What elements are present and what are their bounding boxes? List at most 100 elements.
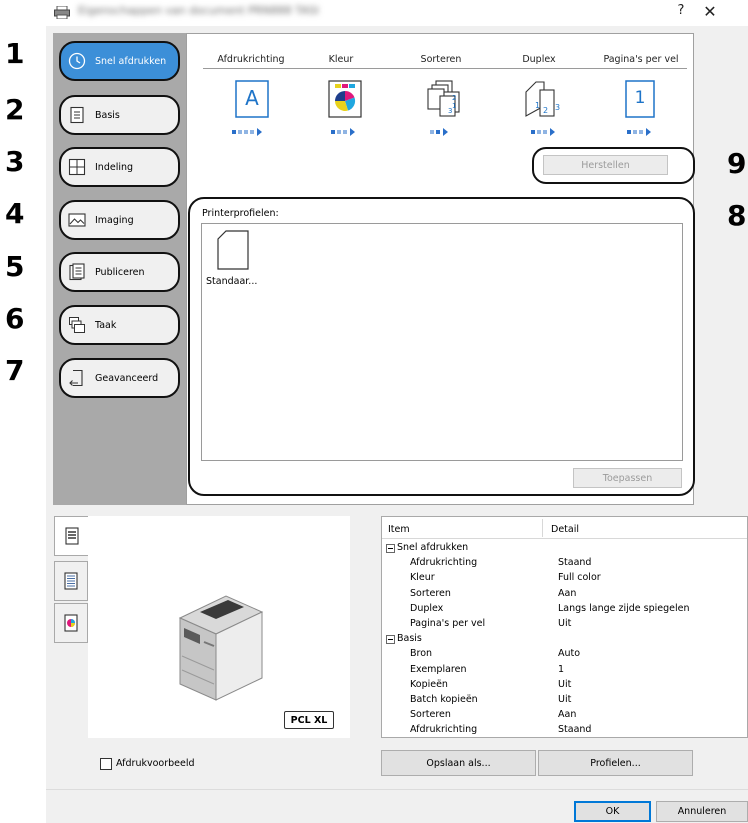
nav-item-label: Snel afdrukken [95, 55, 167, 67]
collate-icon[interactable]: 1 2 3 [422, 80, 462, 120]
tab-page[interactable] [54, 561, 88, 601]
nav-item-taak[interactable]: Taak [59, 305, 180, 345]
profiles-highlight [188, 197, 695, 496]
nav-item-publiceren[interactable]: Publiceren [59, 252, 180, 292]
print-preview-checkbox[interactable] [100, 758, 112, 770]
pages-per-sheet-option-indicator[interactable] [627, 128, 651, 136]
settings-summary-table: Item Detail Snel afdrukken Afdrukrichting… [381, 516, 748, 738]
footer-separator [46, 789, 748, 790]
nav-item-label: Indeling [95, 161, 134, 173]
callout-4: 4 [5, 197, 25, 230]
cell-detail: Uit [558, 694, 572, 705]
pages-per-sheet-icon[interactable]: 1 [625, 80, 655, 118]
tab-color[interactable] [54, 603, 88, 643]
clock-icon [68, 52, 86, 70]
column-paginas-per-vel: Pagina's per vel [603, 54, 679, 65]
table-row[interactable]: Kopieën Uit [382, 678, 747, 693]
pages-per-sheet-value: 1 [634, 88, 646, 108]
header-item: Item [388, 524, 410, 535]
nav-item-indeling[interactable]: Indeling [59, 147, 180, 187]
nav-item-label: Taak [95, 319, 117, 331]
nav-item-label: Publiceren [95, 266, 145, 278]
table-row[interactable]: Bron Auto [382, 647, 747, 662]
table-header: Item Detail [382, 517, 747, 539]
cell-detail: Langs lange zijde spiegelen [558, 602, 690, 614]
cell-item: Afdrukrichting [410, 557, 478, 569]
close-button[interactable]: ✕ [701, 2, 719, 22]
profiles-button[interactable]: Profielen... [538, 750, 693, 776]
collate-option-indicator[interactable] [430, 128, 448, 136]
cell-item: Exemplaren [410, 663, 467, 675]
advanced-arrow-icon [69, 369, 83, 387]
nav-panel: Snel afdrukken Basis Indeling Imaging Pu… [53, 33, 186, 505]
printer-image [178, 595, 264, 701]
table-group-row[interactable]: Snel afdrukken [382, 541, 747, 556]
nav-item-imaging[interactable]: Imaging [59, 200, 180, 240]
save-as-button[interactable]: Opslaan als... [381, 750, 536, 776]
table-row[interactable]: Afdrukrichting Staand [382, 723, 747, 737]
table-group-row[interactable]: Basis [382, 632, 747, 647]
cell-item: Basis [397, 633, 422, 645]
duplex-option-indicator[interactable] [531, 128, 555, 136]
booklet-icon [69, 263, 85, 281]
ok-button[interactable]: OK [574, 801, 651, 822]
cell-item: Afdrukrichting [410, 724, 478, 736]
nav-item-label: Basis [95, 109, 120, 121]
table-row[interactable]: Afdrukrichting Staand [382, 556, 747, 571]
svg-text:3: 3 [555, 103, 560, 112]
table-row[interactable]: Duplex Langs lange zijde spiegelen [382, 602, 747, 617]
cell-item: Kopieën [410, 678, 448, 690]
nav-item-basis[interactable]: Basis [59, 95, 180, 135]
table-row[interactable]: Kleur Full color [382, 571, 747, 586]
cell-item: Pagina's per vel [410, 618, 486, 629]
nav-item-label: Geavanceerd [95, 372, 159, 384]
callout-8: 8 [727, 199, 747, 232]
tab-printer[interactable] [54, 516, 88, 556]
cell-detail: Aan [558, 587, 577, 599]
cell-item: Sorteren [410, 587, 451, 599]
cancel-button[interactable]: Annuleren [656, 801, 748, 822]
table-row[interactable]: Batch kopieën Uit [382, 693, 747, 708]
svg-text:2: 2 [452, 94, 456, 102]
column-kleur: Kleur [328, 54, 354, 65]
column-afdrukrichting: Afdrukrichting [217, 54, 285, 65]
cell-detail: 1 [558, 663, 565, 675]
printer-tab-icon [64, 527, 79, 545]
table-row[interactable]: Sorteren Aan [382, 587, 747, 602]
svg-text:1: 1 [535, 101, 540, 110]
column-sorteren: Sorteren [420, 54, 462, 65]
color-icon[interactable] [327, 80, 363, 118]
svg-text:2: 2 [543, 106, 548, 115]
cell-item: Snel afdrukken [397, 542, 469, 553]
duplex-icon[interactable]: 1 2 3 [522, 80, 564, 120]
header-separator [542, 519, 543, 537]
printer-preview [88, 516, 350, 738]
orientation-option-indicator[interactable] [232, 128, 262, 136]
callout-1: 1 [5, 37, 25, 70]
nav-item-geavanceerd[interactable]: Geavanceerd [59, 358, 180, 398]
image-icon [68, 213, 86, 227]
cell-detail: Uit [558, 618, 572, 629]
collapse-toggle-icon[interactable] [386, 544, 395, 553]
cell-detail: Staand [558, 557, 592, 569]
orientation-a-icon[interactable]: A [234, 80, 270, 118]
nav-item-snel-afdrukken[interactable]: Snel afdrukken [59, 41, 180, 81]
table-row[interactable]: Pagina's per vel Uit [382, 617, 747, 632]
collapse-toggle-icon[interactable] [386, 635, 395, 645]
orientation-letter: A [245, 86, 259, 110]
svg-text:3: 3 [448, 107, 452, 115]
callout-5: 5 [5, 250, 25, 283]
print-preview-label[interactable]: Afdrukvoorbeeld [116, 758, 195, 769]
cell-detail: Auto [558, 648, 581, 660]
cell-detail: Uit [558, 678, 572, 690]
table-row[interactable]: Sorteren Aan [382, 708, 747, 723]
column-divider [203, 68, 687, 69]
table-row[interactable]: Exemplaren 1 [382, 663, 747, 678]
pcl-xl-badge: PCL XL [284, 711, 334, 729]
color-option-indicator[interactable] [331, 128, 355, 136]
callout-7: 7 [5, 354, 25, 387]
help-button[interactable]: ? [672, 3, 690, 21]
cell-item: Batch kopieën [410, 694, 478, 705]
callout-9: 9 [727, 147, 747, 180]
cell-detail: Staand [558, 724, 592, 736]
